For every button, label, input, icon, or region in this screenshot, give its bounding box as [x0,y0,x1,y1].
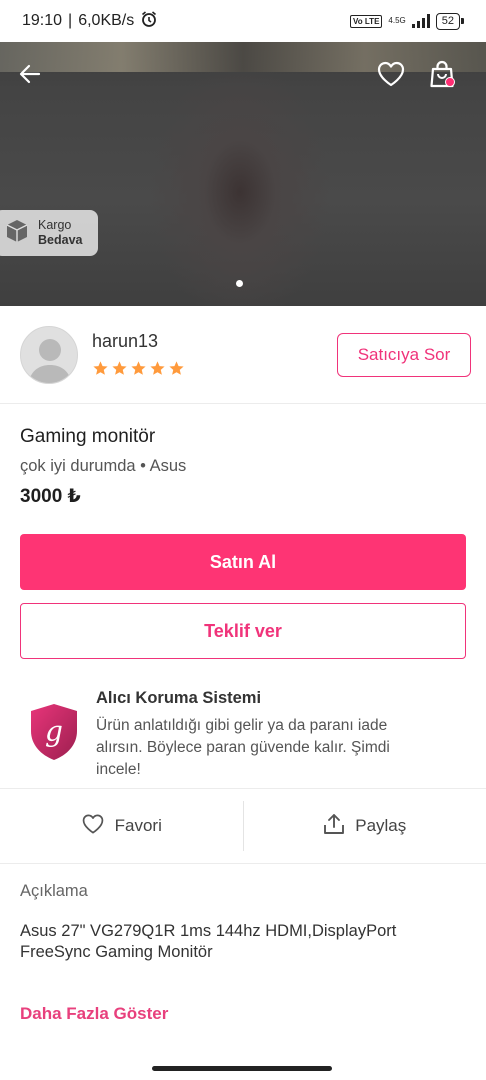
buyer-protection-banner[interactable]: g Alıcı Koruma Sistemi Ürün anlatıldığı … [0,678,486,788]
show-more-link[interactable]: Daha Fazla Göster [20,1004,168,1024]
product-image-carousel[interactable]: Kargo Bedava [0,42,486,306]
image-background-strip [0,42,486,72]
seller-rating-stars [92,360,185,377]
home-indicator[interactable] [152,1066,332,1071]
star-icon [131,361,146,375]
shield-icon: g [28,702,80,762]
back-arrow-icon[interactable] [12,56,48,92]
seller-section: harun13 Satıcıya Sor [0,306,486,404]
share-label: Paylaş [355,816,407,835]
product-page: 19:10 | 6,0KB/s Vo LTE 4.5G 52 Kargo Bed… [0,0,486,1080]
box-icon [4,218,30,249]
free-shipping-text: Kargo Bedava [38,218,82,248]
description-text: Asus 27" VG279Q1R 1ms 144hz HDMI,Display… [20,922,397,961]
bag-notification-dot [445,77,455,87]
volte-badge: Vo LTE [350,14,383,28]
protection-description: Ürün anlatıldığı gibi gelir ya da paranı… [96,717,390,778]
status-right: Vo LTE 4.5G 52 [350,12,465,30]
product-title: Gaming monitör [20,426,156,447]
svg-text:g: g [45,715,63,748]
description-label: Açıklama [20,882,88,900]
free-shipping-badge: Kargo Bedava [0,210,98,256]
share-icon [323,813,345,840]
make-offer-button[interactable]: Teklif ver [20,603,466,659]
status-left: 19:10 | 6,0KB/s [22,10,158,33]
battery-icon: 52 [435,12,465,30]
cargo-line2: Bedava [38,233,83,247]
star-icon [93,361,108,375]
signal-icon [411,14,430,28]
status-time: 19:10 [22,12,63,29]
favorite-button[interactable]: Favori [0,789,243,863]
ask-seller-button[interactable]: Satıcıya Sor [337,333,471,377]
share-button[interactable]: Paylaş [244,789,486,863]
product-price: 3000 ₺ [20,486,81,507]
cargo-line1: Kargo [38,218,72,232]
alarm-icon [140,10,158,33]
star-icon [169,361,184,375]
favorite-label: Favori [114,816,162,835]
shopping-bag-icon[interactable] [424,56,460,92]
status-speed: 6,0KB/s [78,12,135,29]
action-bar: Favori Paylaş [0,788,486,864]
status-bar: 19:10 | 6,0KB/s Vo LTE 4.5G 52 [0,0,486,42]
seller-avatar[interactable] [20,326,78,384]
buy-button[interactable]: Satın Al [20,534,466,590]
star-icon [112,361,127,375]
protection-title: Alıcı Koruma Sistemi [96,689,262,707]
heart-icon [81,813,105,840]
seller-name[interactable]: harun13 [92,331,158,352]
product-subtitle: çok iyi durumda • Asus [20,457,187,475]
network-type: 4.5G [388,16,406,25]
favorite-heart-icon[interactable] [373,56,409,92]
carousel-indicator-dot [236,280,243,287]
status-separator: | [68,12,73,29]
star-icon [150,361,165,375]
